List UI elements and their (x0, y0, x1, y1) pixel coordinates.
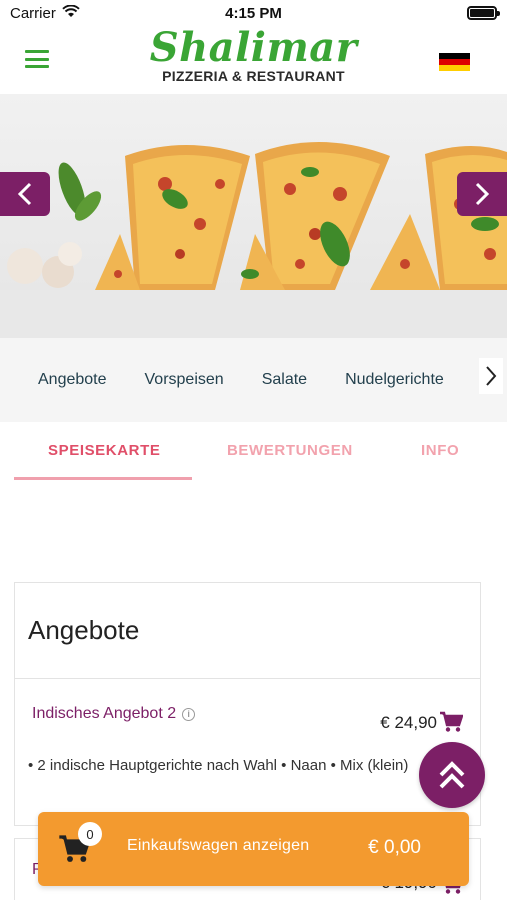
german-flag-icon[interactable] (439, 53, 470, 71)
banner-prev-button[interactable] (0, 172, 50, 216)
section-title: Angebote (15, 583, 480, 679)
category-nudelgerichte[interactable]: Nudelgerichte (345, 371, 444, 389)
tab-bar: SPEISEKARTE BEWERTUNGEN INFO (0, 422, 507, 480)
battery-icon (467, 6, 500, 20)
logo-name: Shalimar (149, 24, 358, 71)
tab-info[interactable]: INFO (421, 442, 459, 459)
logo-subtitle: PIZZERIA & RESTAURANT (162, 68, 345, 84)
double-chevron-up-icon (439, 761, 465, 789)
menu-section-card: Angebote Indisches Angebot 2 i € 24,90 •… (14, 582, 481, 826)
scroll-top-button[interactable] (419, 742, 485, 808)
chevron-right-icon (475, 182, 490, 206)
logo: Shalimar PIZZERIA & RESTAURANT (0, 24, 507, 85)
banner-gap (0, 290, 507, 338)
category-salate[interactable]: Salate (262, 371, 307, 389)
category-next-button[interactable] (479, 358, 503, 394)
category-angebote[interactable]: Angebote (38, 371, 107, 389)
chevron-left-icon (17, 182, 32, 206)
cart-total: € 0,00 (368, 837, 421, 858)
banner-next-button[interactable] (457, 172, 507, 216)
menu-item-name[interactable]: Indisches Angebot 2 i (32, 705, 196, 723)
menu-item-price: € 24,90 (380, 713, 437, 732)
view-cart-button[interactable]: 0 Einkaufswagen anzeigen € 0,00 (38, 812, 469, 886)
status-bar: Carrier 4:15 PM (0, 0, 507, 26)
menu-item-name-text: Indisches Angebot 2 (32, 705, 177, 722)
category-vorspeisen[interactable]: Vorspeisen (145, 371, 224, 389)
cart-label: Einkaufswagen anzeigen (127, 837, 310, 854)
add-to-cart-icon[interactable] (439, 711, 464, 738)
menu-item-description: • 2 indische Hauptgerichte nach Wahl • N… (28, 757, 409, 774)
tab-bewertungen[interactable]: BEWERTUNGEN (227, 442, 353, 459)
pizza-banner-image (7, 141, 507, 290)
app-header: Shalimar PIZZERIA & RESTAURANT (0, 26, 507, 94)
active-tab-indicator (14, 477, 192, 480)
chevron-right-icon (486, 366, 497, 386)
tab-speisekarte[interactable]: SPEISEKARTE (48, 442, 160, 459)
banner-carousel (0, 94, 507, 290)
carrier-label: Carrier (10, 4, 56, 22)
status-left: Carrier (10, 4, 80, 22)
info-icon[interactable]: i (182, 707, 196, 721)
category-bar: Angebote Vorspeisen Salate Nudelgerichte (0, 338, 507, 422)
wifi-icon (62, 4, 80, 22)
cart-count-badge: 0 (78, 822, 102, 846)
